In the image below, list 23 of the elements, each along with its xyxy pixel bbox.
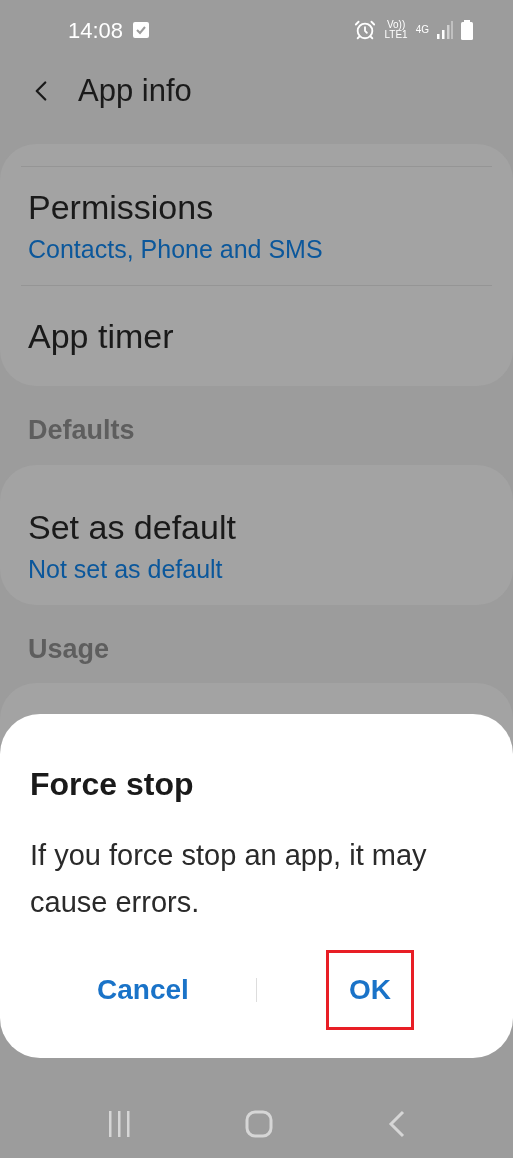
- recent-apps-icon[interactable]: [107, 1111, 132, 1137]
- network-label: 4G: [415, 23, 429, 37]
- setting-title[interactable]: Set as default: [28, 506, 485, 547]
- home-icon[interactable]: [245, 1110, 274, 1138]
- battery-icon: [461, 20, 473, 40]
- setting-subtitle: Not set as default: [28, 553, 224, 585]
- page-title: App info: [78, 71, 192, 110]
- checkbox-notification-icon: [133, 22, 150, 38]
- dialog-title: Force stop: [30, 765, 195, 804]
- dialog-button[interactable]: OK: [326, 950, 414, 1030]
- alarm-icon: [354, 19, 377, 41]
- dialog-message: If you force stop an app, it may cause errors.: [30, 838, 428, 920]
- setting-title[interactable]: Permissions: [28, 187, 485, 227]
- status-time: 14:08: [68, 16, 124, 45]
- lte-label: LTE1: [384, 30, 408, 40]
- signal-icon: [437, 21, 453, 39]
- section-header: Usage: [27, 632, 111, 666]
- volte-label: Vo)): [386, 20, 406, 30]
- setting-subtitle: Contacts, Phone and SMS: [28, 234, 324, 265]
- setting-title[interactable]: App timer: [28, 316, 485, 356]
- dialog-button[interactable]: Cancel: [74, 950, 212, 1030]
- back-nav-icon[interactable]: [387, 1110, 406, 1138]
- section-header: Defaults: [27, 414, 136, 447]
